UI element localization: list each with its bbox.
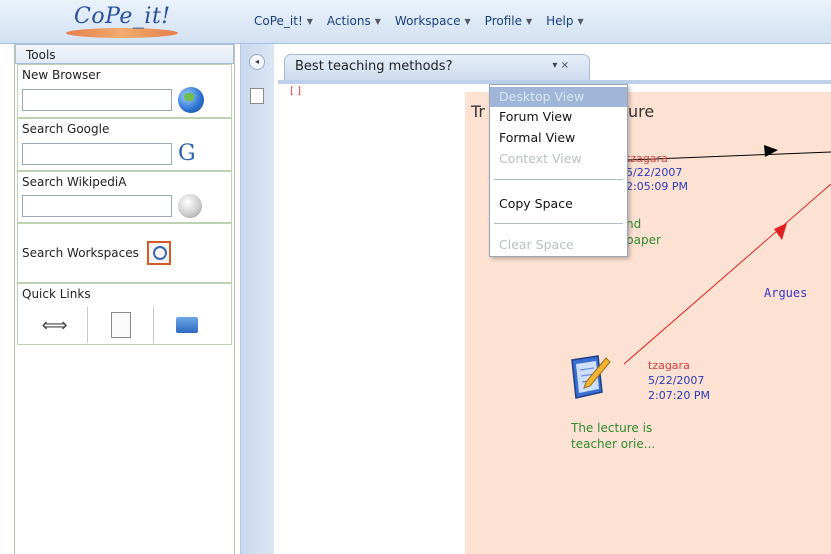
arrowhead-red — [774, 223, 787, 240]
menu-separator — [494, 179, 623, 180]
menu-actions[interactable]: Actions ▼ — [323, 14, 385, 28]
wikipedia-globe-icon[interactable] — [178, 194, 202, 218]
node-time: 2:07:20 PM — [648, 389, 711, 402]
logo-text: CoPe_it! — [74, 4, 171, 29]
swap-arrows-icon: ⟺ — [41, 314, 68, 336]
quick-links-icons: ⟺ — [22, 307, 227, 343]
document-icon — [110, 312, 131, 338]
page-icon[interactable] — [250, 88, 264, 104]
side-strip: ◂ — [240, 44, 274, 554]
search-workspace-icon[interactable] — [146, 240, 171, 265]
node-1-text[interactable]: nd paper — [626, 216, 661, 248]
node-text-line: The lecture is — [571, 421, 653, 435]
tab-workspace[interactable]: Best teaching methods? ▾ × — [284, 54, 590, 80]
menu-label: CoPe_it! — [254, 14, 303, 28]
app-logo[interactable]: CoPe_it! — [66, 2, 184, 42]
node-author: tzagara — [626, 152, 668, 165]
node-text-line: paper — [626, 233, 661, 247]
node-date: 5/22/2007 — [626, 166, 683, 179]
search-google-input[interactable] — [22, 142, 172, 165]
arrow-edge-red — [623, 183, 831, 365]
menu-item-clear-space: Clear Space — [499, 237, 574, 252]
quick-link-document[interactable] — [88, 307, 154, 343]
menu-label: Profile — [484, 14, 522, 28]
logo-swoosh — [66, 28, 178, 38]
node-author: tzagara — [648, 359, 690, 372]
top-bar: CoPe_it! CoPe_it! ▼ Actions ▼ Workspace … — [0, 0, 831, 44]
chevron-down-icon: ▼ — [464, 16, 471, 26]
node-2-meta[interactable]: tzagara 5/22/2007 2:07:20 PM — [648, 358, 710, 403]
chevron-down-icon: ▼ — [374, 16, 381, 26]
arrowhead-black — [764, 145, 778, 157]
node-text-line: teacher orie... — [571, 437, 656, 451]
node-time: 2:05:09 PM — [626, 180, 689, 193]
quick-links-section: Quick Links ⟺ — [17, 283, 232, 345]
search-workspaces-section: Search Workspaces — [17, 223, 232, 283]
menu-cope-it[interactable]: CoPe_it! ▼ — [250, 14, 317, 28]
menu-label: Workspace — [394, 14, 461, 28]
search-wikipedia-input[interactable] — [22, 195, 172, 217]
node-text-line: nd — [626, 217, 642, 231]
node-2-text[interactable]: The lecture is teacher orie... — [571, 420, 655, 452]
search-wikipedia-section: Search WikipediA — [17, 171, 232, 223]
menu-help[interactable]: Help ▼ — [542, 14, 588, 28]
chevron-down-icon: ▼ — [525, 16, 533, 26]
note-pencil-icon[interactable] — [568, 352, 612, 402]
menu-label: Help — [546, 14, 574, 28]
menu-item-copy-space[interactable]: Copy Space — [490, 194, 627, 214]
menu-profile[interactable]: Profile ▼ — [481, 14, 536, 28]
search-wikipedia-label: Search WikipediA — [22, 175, 127, 189]
chevron-down-icon: ▼ — [577, 16, 584, 26]
node-date: 5/22/2007 — [648, 374, 705, 387]
menu-separator — [494, 223, 623, 224]
new-browser-label: New Browser — [22, 68, 101, 82]
search-google-section: Search Google G — [17, 118, 232, 171]
quick-link-swap[interactable]: ⟺ — [22, 307, 88, 343]
globe-icon[interactable] — [178, 87, 204, 113]
folder-icon — [176, 317, 198, 333]
context-menu: Desktop View Forum View Formal View Cont… — [489, 84, 628, 257]
tools-header: Tools — [15, 44, 234, 64]
tools-panel: Tools New Browser Search Google G Search… — [14, 44, 235, 554]
menu-workspace[interactable]: Workspace ▼ — [391, 14, 475, 28]
node-1-meta[interactable]: tzagara 5/22/2007 2:05:09 PM — [626, 152, 688, 194]
google-icon[interactable]: G — [178, 141, 196, 166]
quick-link-folder[interactable] — [154, 307, 220, 343]
menu-item-desktop-view[interactable]: Desktop View — [490, 87, 627, 107]
menu-item-context-view: Context View — [499, 151, 582, 166]
tab-title: Best teaching methods? — [295, 59, 453, 74]
edge-label-argues[interactable]: Argues — [764, 286, 807, 300]
new-browser-input[interactable] — [22, 89, 172, 111]
collapse-panel-button[interactable]: ◂ — [249, 54, 265, 70]
new-browser-section: New Browser — [17, 64, 232, 118]
menu-label: Actions — [326, 14, 371, 28]
search-google-label: Search Google — [22, 122, 110, 136]
quick-links-label: Quick Links — [22, 287, 91, 301]
menu-bar: CoPe_it! ▼ Actions ▼ Workspace ▼ Profile… — [250, 14, 588, 28]
chevron-down-icon: ▼ — [306, 16, 313, 26]
menu-item-formal-view[interactable]: Formal View — [490, 128, 627, 148]
tab-close-icon[interactable]: ▾ × — [552, 60, 569, 71]
search-workspaces-label: Search Workspaces — [22, 245, 139, 260]
menu-item-forum-view[interactable]: Forum View — [490, 107, 627, 127]
